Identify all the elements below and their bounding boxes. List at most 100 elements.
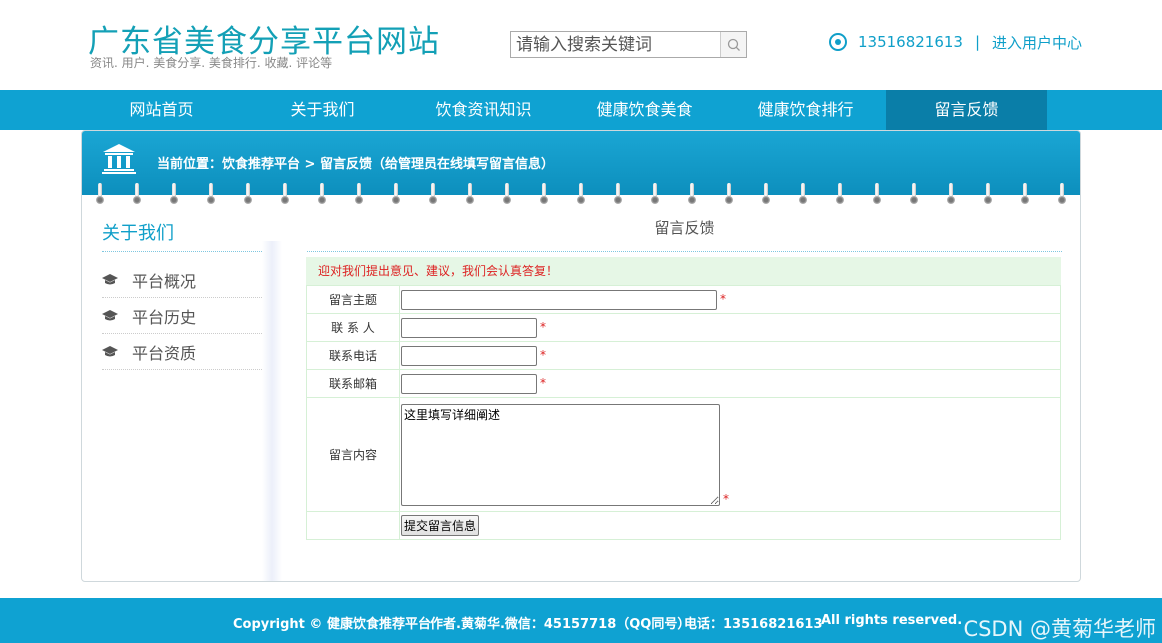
binder-ring (1058, 183, 1066, 207)
binder-ring (688, 183, 696, 207)
content-panel: 当前位置：饮食推荐平台 > 留言反馈（给管理员在线填写留言信息） 关于我们 平台… (81, 130, 1081, 582)
contact-input[interactable] (401, 317, 537, 338)
content-cell: 这里填写详细阐述* (399, 397, 1061, 512)
binder-ring (207, 183, 215, 207)
form-row-submit: 提交留言信息 (306, 511, 1061, 540)
required-mark: * (723, 491, 729, 506)
target-circle-icon (829, 33, 847, 51)
form-row-phone: 联系电话 * (306, 341, 1061, 370)
binder-ring (725, 183, 733, 207)
binder-ring (762, 183, 770, 207)
binder-ring (466, 183, 474, 207)
binder-ring (984, 183, 992, 207)
search-input[interactable] (511, 32, 721, 57)
sidebar-item-overview[interactable]: 平台概况 (102, 262, 262, 298)
sidebar-shadow (262, 241, 282, 581)
binder-ring (96, 183, 104, 207)
breadcrumb: 当前位置：饮食推荐平台 > 留言反馈（给管理员在线填写留言信息） (157, 157, 554, 172)
binder-ring (392, 183, 400, 207)
binder-ring (614, 183, 622, 207)
binder-ring (281, 183, 289, 207)
binder-ring (577, 183, 585, 207)
form-notice: 迎对我们提出意见、建议，我们会认真答复！ (306, 257, 1061, 285)
binder-ring (540, 183, 548, 207)
footer: Copyright © 健康饮食推荐平台 作者.黄菊华.微信：45157718（… (0, 598, 1162, 643)
nav-item-feedback[interactable]: 留言反馈 (886, 90, 1047, 130)
binder-ring (836, 183, 844, 207)
sidebar-item-label: 平台资质 (132, 343, 197, 363)
binder-ring (1021, 183, 1029, 207)
page: 广东省美食分享平台网站 资讯. 用户. 美食分享. 美食排行. 收藏. 评论等 … (0, 0, 1162, 643)
binder-ring (947, 183, 955, 207)
required-mark: * (540, 376, 546, 390)
submit-button[interactable]: 提交留言信息 (401, 515, 480, 536)
binder-ring (799, 183, 807, 207)
form-row-content: 留言内容 这里填写详细阐述* (306, 397, 1061, 512)
email-cell: * (399, 369, 1061, 398)
content-textarea[interactable]: 这里填写详细阐述 (401, 403, 720, 506)
header-contact: 13516821613 | 进入用户中心 (829, 31, 1082, 53)
header-phone: 13516821613 (858, 33, 963, 51)
content-label: 留言内容 (306, 397, 400, 512)
header-separator: | (974, 33, 981, 51)
sidebar-item-qualification[interactable]: 平台资质 (102, 334, 262, 370)
nav-item-news[interactable]: 饮食资讯知识 (403, 90, 564, 130)
binder-ring (170, 183, 178, 207)
required-mark: * (540, 348, 546, 362)
subject-cell: * (399, 285, 1061, 314)
binder-rings (82, 183, 1080, 209)
main-nav: 网站首页 关于我们 饮食资讯知识 健康饮食美食 健康饮食排行 留言反馈 (0, 90, 1162, 130)
sidebar-title-divider (102, 251, 262, 252)
form-row-contact: 联 系 人 * (306, 313, 1061, 342)
nav-item-healthy-food[interactable]: 健康饮食美食 (564, 90, 725, 130)
subject-input[interactable] (401, 289, 717, 310)
submit-cell: 提交留言信息 (399, 511, 1061, 540)
user-center-link[interactable]: 进入用户中心 (992, 32, 1082, 53)
search-box (510, 31, 747, 58)
form-title-divider (307, 251, 1062, 252)
binder-ring (910, 183, 918, 207)
graduation-cap-icon (102, 309, 118, 322)
submit-label-cell (306, 511, 400, 540)
sidebar-item-history[interactable]: 平台历史 (102, 298, 262, 334)
contact-cell: * (399, 313, 1061, 342)
subject-label: 留言主题 (306, 285, 400, 314)
binder-ring (318, 183, 326, 207)
contact-label: 联 系 人 (306, 313, 400, 342)
form-title: 留言反馈 (654, 219, 715, 237)
graduation-cap-icon (102, 345, 118, 358)
binder-ring (133, 183, 141, 207)
footer-copyright: Copyright © 健康饮食推荐平台 (233, 617, 431, 632)
required-mark: * (540, 320, 546, 334)
nav-item-ranking[interactable]: 健康饮食排行 (725, 90, 886, 130)
nav-item-home[interactable]: 网站首页 (81, 90, 242, 130)
phone-input[interactable] (401, 345, 537, 366)
email-input[interactable] (401, 373, 537, 394)
binder-ring (651, 183, 659, 207)
footer-author: 作者.黄菊华.微信：45157718（QQ同号） (430, 617, 691, 632)
feedback-form: 留言主题 * 联 系 人 * 联系电话 * 联系邮箱 * 留言内容 这里填写详细… (306, 285, 1061, 540)
graduation-cap-icon (102, 273, 118, 286)
footer-rights: All rights reserved. (821, 613, 963, 628)
email-label: 联系邮箱 (306, 369, 400, 398)
footer-phone: 电话：13516821613 (684, 617, 823, 632)
bank-building-icon (102, 144, 136, 174)
binder-ring (503, 183, 511, 207)
binder-ring (355, 183, 363, 207)
binder-ring (244, 183, 252, 207)
form-row-email: 联系邮箱 * (306, 369, 1061, 398)
phone-label: 联系电话 (306, 341, 400, 370)
binder-ring (429, 183, 437, 207)
sidebar-title: 关于我们 (102, 223, 174, 244)
sidebar-item-label: 平台概况 (132, 271, 197, 291)
sidebar-item-label: 平台历史 (132, 307, 197, 327)
form-row-subject: 留言主题 * (306, 285, 1061, 314)
search-button[interactable] (720, 32, 746, 57)
search-icon (727, 38, 740, 51)
watermark: CSDN @黄菊华老师 (963, 617, 1156, 641)
binder-ring (873, 183, 881, 207)
phone-cell: * (399, 341, 1061, 370)
site-subtitle: 资讯. 用户. 美食分享. 美食排行. 收藏. 评论等 (90, 56, 333, 70)
nav-item-about[interactable]: 关于我们 (242, 90, 403, 130)
required-mark: * (720, 292, 726, 306)
